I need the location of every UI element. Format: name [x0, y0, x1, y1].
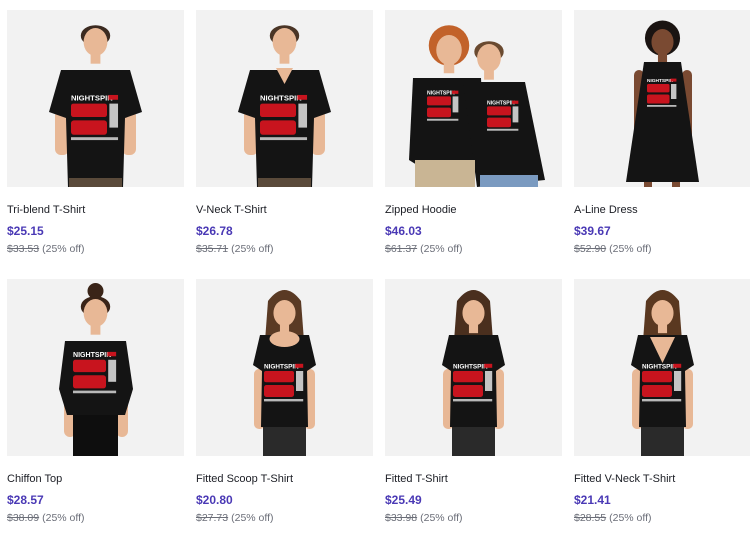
original-price-row: $27.73 (25% off): [196, 512, 373, 525]
product-card[interactable]: NIGHTSPIN Tri-blend T-Shirt $25.15 $33.5…: [7, 10, 184, 279]
svg-text:NIGHTSPIN: NIGHTSPIN: [642, 364, 677, 371]
discount-label: (25% off): [609, 243, 652, 255]
original-price: $28.55: [574, 512, 607, 524]
model-illustration: NIGHTSPIN: [7, 10, 184, 187]
product-image[interactable]: NIGHTSPIN: [385, 279, 562, 456]
product-title[interactable]: Fitted V-Neck T-Shirt: [574, 472, 750, 486]
product-card[interactable]: NIGHTSPIN A-Line Dress $39.67 $52.90 (25%…: [574, 10, 750, 279]
product-title[interactable]: Fitted Scoop T-Shirt: [196, 472, 373, 486]
product-card[interactable]: NIGHTSPIN V-Neck T-Shirt $26.78 $35.71 (2…: [196, 10, 373, 279]
product-title[interactable]: Tri-blend T-Shirt: [7, 203, 184, 217]
original-price: $38.09: [7, 512, 40, 524]
product-image[interactable]: NIGHTSPIN: [7, 10, 184, 187]
product-price: $25.49: [385, 493, 422, 507]
svg-text:NIGHTSPIN: NIGHTSPIN: [73, 352, 111, 359]
discount-label: (25% off): [420, 512, 463, 524]
product-title[interactable]: Zipped Hoodie: [385, 203, 562, 217]
product-price: $25.15: [7, 224, 44, 238]
product-card[interactable]: NIGHTSPIN Fitted Scoop T-Shirt $20.80 $2…: [196, 279, 373, 548]
product-image[interactable]: NIGHTSPIN NIGHTSPIN: [385, 10, 562, 187]
product-image[interactable]: NIGHTSPIN: [574, 10, 750, 187]
original-price-row: $28.55 (25% off): [574, 512, 750, 525]
product-price: $26.78: [196, 224, 233, 238]
product-title[interactable]: A-Line Dress: [574, 203, 750, 217]
product-price: $21.41: [574, 493, 611, 507]
product-card[interactable]: NIGHTSPIN Chiffon Top $28.57 $38.09 (25% …: [7, 279, 184, 548]
original-price: $52.90: [574, 243, 607, 255]
discount-label: (25% off): [231, 243, 274, 255]
model-illustration: NIGHTSPIN: [196, 10, 373, 187]
original-price: $61.37: [385, 243, 418, 255]
product-price: $46.03: [385, 224, 422, 238]
discount-label: (25% off): [420, 243, 463, 255]
svg-text:NIGHTSPIN: NIGHTSPIN: [264, 364, 299, 371]
original-price-row: $38.09 (25% off): [7, 512, 184, 525]
product-image[interactable]: NIGHTSPIN: [574, 279, 750, 456]
product-title[interactable]: Chiffon Top: [7, 472, 184, 486]
model-illustration: NIGHTSPIN: [574, 279, 750, 456]
product-card[interactable]: NIGHTSPIN Fitted T-Shirt $25.49 $33.98 (2…: [385, 279, 562, 548]
discount-label: (25% off): [42, 243, 85, 255]
product-price: $39.67: [574, 224, 611, 238]
discount-label: (25% off): [609, 512, 652, 524]
product-price: $28.57: [7, 493, 44, 507]
original-price: $33.53: [7, 243, 40, 255]
svg-text:NIGHTSPIN: NIGHTSPIN: [453, 364, 488, 371]
product-image[interactable]: NIGHTSPIN: [196, 279, 373, 456]
product-image[interactable]: NIGHTSPIN: [196, 10, 373, 187]
product-title[interactable]: Fitted T-Shirt: [385, 472, 562, 486]
svg-text:NIGHTSPIN: NIGHTSPIN: [487, 100, 515, 106]
discount-label: (25% off): [42, 512, 85, 524]
model-illustration: NIGHTSPIN: [385, 279, 562, 456]
original-price: $35.71: [196, 243, 229, 255]
original-price-row: $52.90 (25% off): [574, 243, 750, 256]
product-price: $20.80: [196, 493, 233, 507]
model-illustration: NIGHTSPIN: [7, 279, 184, 456]
original-price: $33.98: [385, 512, 418, 524]
product-title[interactable]: V-Neck T-Shirt: [196, 203, 373, 217]
svg-text:NIGHTSPIN: NIGHTSPIN: [260, 94, 302, 103]
model-illustration: NIGHTSPIN NIGHTSPIN: [385, 10, 562, 187]
svg-text:NIGHTSPIN: NIGHTSPIN: [71, 94, 113, 103]
product-grid: NIGHTSPIN Tri-blend T-Shirt $25.15 $33.5…: [0, 0, 750, 537]
discount-label: (25% off): [231, 512, 274, 524]
original-price: $27.73: [196, 512, 229, 524]
model-illustration: NIGHTSPIN: [196, 279, 373, 456]
original-price-row: $61.37 (25% off): [385, 243, 562, 256]
original-price-row: $33.98 (25% off): [385, 512, 562, 525]
model-illustration: NIGHTSPIN: [574, 10, 750, 187]
original-price-row: $33.53 (25% off): [7, 243, 184, 256]
product-card[interactable]: NIGHTSPIN NIGHTSPIN Zipped Hoodie $46.03…: [385, 10, 562, 279]
svg-text:NIGHTSPIN: NIGHTSPIN: [647, 78, 674, 84]
product-image[interactable]: NIGHTSPIN: [7, 279, 184, 456]
product-card[interactable]: NIGHTSPIN Fitted V-Neck T-Shirt $21.41 $…: [574, 279, 750, 548]
svg-text:NIGHTSPIN: NIGHTSPIN: [427, 90, 455, 96]
original-price-row: $35.71 (25% off): [196, 243, 373, 256]
